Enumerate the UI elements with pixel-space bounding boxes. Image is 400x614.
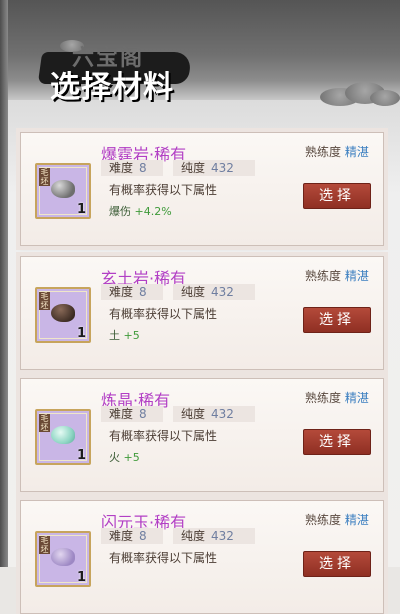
purity-value: 432 xyxy=(211,529,234,543)
jade-icon xyxy=(51,548,75,566)
bonus-label: 爆伤 xyxy=(109,205,131,218)
purity-stat: 纯度 432 xyxy=(173,528,255,544)
select-button[interactable]: 选择 xyxy=(303,183,371,209)
bonus-value: +5 xyxy=(123,329,140,342)
mastery-value: 精湛 xyxy=(344,513,369,527)
screen-edge xyxy=(0,0,8,567)
purity-stat: 纯度 432 xyxy=(173,406,255,422)
mastery-value: 精湛 xyxy=(344,145,369,159)
difficulty-value: 8 xyxy=(139,161,147,175)
property-desc: 有概率获得以下属性 xyxy=(109,551,218,565)
material-card[interactable]: 毛坯 1 闪元玉·稀有 难度 8 纯度 432 有概率获得以下属性 熟练度 精湛 选… xyxy=(20,500,384,614)
material-card[interactable]: 毛坯 1 炼晶·稀有 难度 8 纯度 432 有概率获得以下属性 火 +5 熟练度 … xyxy=(20,378,384,492)
purity-label: 纯度 xyxy=(181,285,206,299)
property-desc: 有概率获得以下属性 xyxy=(109,183,218,197)
purity-label: 纯度 xyxy=(181,529,206,543)
item-quantity: 1 xyxy=(76,326,86,341)
item-tag: 毛坯 xyxy=(39,414,50,432)
purity-value: 432 xyxy=(211,285,234,299)
difficulty-label: 难度 xyxy=(109,285,134,299)
bonus-label: 土 xyxy=(109,329,120,342)
mastery-label: 熟练度 xyxy=(305,391,342,405)
property-desc: 有概率获得以下属性 xyxy=(109,307,218,321)
item-slot: 毛坯 1 xyxy=(35,163,91,219)
item-quantity: 1 xyxy=(76,202,86,217)
material-card[interactable]: 毛坯 1 爆霆岩·稀有 难度 8 纯度 432 有概率获得以下属性 爆伤 +4.2%… xyxy=(20,132,384,246)
mastery-label: 熟练度 xyxy=(305,145,342,159)
difficulty-value: 8 xyxy=(139,285,147,299)
item-tag: 毛坯 xyxy=(39,292,50,310)
mastery-label: 熟练度 xyxy=(305,513,342,527)
bonus-line: 火 +5 xyxy=(109,449,140,465)
crystal-icon xyxy=(51,426,75,444)
select-button[interactable]: 选择 xyxy=(303,551,371,577)
item-tag: 毛坯 xyxy=(39,168,50,186)
difficulty-value: 8 xyxy=(139,407,147,421)
purity-stat: 纯度 432 xyxy=(173,284,255,300)
mastery-line: 熟练度 精湛 xyxy=(305,143,369,160)
item-slot: 毛坯 1 xyxy=(35,287,91,343)
bonus-value: +5 xyxy=(123,451,140,464)
purity-label: 纯度 xyxy=(181,407,206,421)
mastery-line: 熟练度 精湛 xyxy=(305,267,369,284)
mastery-value: 精湛 xyxy=(344,391,369,405)
bonus-label: 火 xyxy=(109,451,120,464)
gray-rock-icon xyxy=(51,180,75,198)
material-card[interactable]: 毛坯 1 玄土岩·稀有 难度 8 纯度 432 有概率获得以下属性 土 +5 熟练度… xyxy=(20,256,384,370)
property-desc: 有概率获得以下属性 xyxy=(109,429,218,443)
purity-value: 432 xyxy=(211,407,234,421)
difficulty-label: 难度 xyxy=(109,529,134,543)
purity-stat: 纯度 432 xyxy=(173,160,255,176)
difficulty-label: 难度 xyxy=(109,407,134,421)
select-button[interactable]: 选择 xyxy=(303,307,371,333)
item-quantity: 1 xyxy=(76,570,86,585)
difficulty-stat: 难度 8 xyxy=(101,160,163,176)
page-title: 选择材料 xyxy=(50,70,174,105)
bonus-line: 土 +5 xyxy=(109,327,140,343)
brown-rock-icon xyxy=(51,304,75,322)
bonus-value: +4.2% xyxy=(134,205,172,218)
difficulty-stat: 难度 8 xyxy=(101,528,163,544)
purity-label: 纯度 xyxy=(181,161,206,175)
bonus-line: 爆伤 +4.2% xyxy=(109,203,172,219)
item-tag: 毛坯 xyxy=(39,536,50,554)
item-slot: 毛坯 1 xyxy=(35,531,91,587)
select-button[interactable]: 选择 xyxy=(303,429,371,455)
difficulty-value: 8 xyxy=(139,529,147,543)
cloud-decoration xyxy=(370,90,400,106)
mastery-line: 熟练度 精湛 xyxy=(305,511,369,528)
purity-value: 432 xyxy=(211,161,234,175)
difficulty-stat: 难度 8 xyxy=(101,406,163,422)
mastery-value: 精湛 xyxy=(344,269,369,283)
item-quantity: 1 xyxy=(76,448,86,463)
mastery-line: 熟练度 精湛 xyxy=(305,389,369,406)
difficulty-stat: 难度 8 xyxy=(101,284,163,300)
mastery-label: 熟练度 xyxy=(305,269,342,283)
item-slot: 毛坯 1 xyxy=(35,409,91,465)
difficulty-label: 难度 xyxy=(109,161,134,175)
